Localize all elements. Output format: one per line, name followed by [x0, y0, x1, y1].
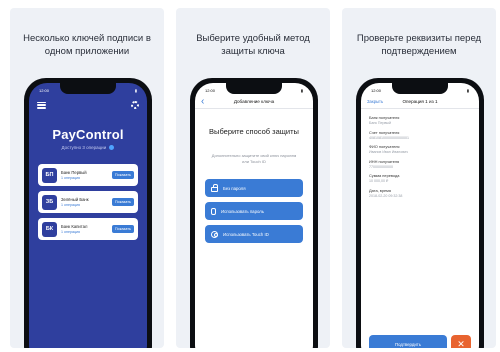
detail-value: Банк Первый — [369, 121, 391, 125]
phone-screen-protection: 12:00 ▮ ‹ Добавление ключа Выберите спос… — [195, 83, 313, 348]
status-time: 12:00 — [39, 87, 50, 93]
show-button[interactable]: Показать — [111, 171, 134, 179]
bank-logo: ЗБ — [42, 194, 57, 210]
phone-notch — [392, 83, 448, 94]
nav-bar: Закрыть Операция 1 из 1 — [361, 95, 479, 109]
phone-mockup: 12:00 ▮ Закрыть Операция 1 из 1 Банк пол… — [356, 78, 484, 348]
detail-label: Банк получателя — [369, 115, 400, 120]
detail-row: ФИО получателя Иванов Иван Иванович — [369, 144, 471, 154]
operation-details: Банк получателя Банк Первый Счет получат… — [369, 115, 471, 202]
bank-logo: БК — [42, 221, 57, 237]
menu-icon[interactable] — [37, 101, 46, 109]
promo-panel-confirm: Проверьте реквизиты перед подтверждением… — [342, 8, 496, 348]
phone-mockup: 12:00 ▮ ‹ Добавление ключа Выберите спос… — [190, 78, 318, 348]
bank-card[interactable]: БК Банк Капитал 1 операция Показать — [38, 218, 138, 240]
app-title: PayControl — [52, 127, 124, 142]
show-button[interactable]: Показать — [111, 225, 134, 233]
close-link[interactable]: Закрыть — [367, 99, 383, 104]
bank-operations: 1 операция — [61, 230, 80, 234]
status-time: 12:00 — [205, 87, 216, 93]
promo-caption: Несколько ключей подписи в одном приложе… — [23, 33, 151, 57]
promo-caption: Проверьте реквизиты перед подтверждением — [356, 33, 482, 57]
phone-notch — [60, 83, 116, 94]
bank-operations: 1 операция — [61, 203, 80, 207]
promo-panel-keys: Несколько ключей подписи в одном приложе… — [10, 8, 164, 348]
promo-caption: Выберите удобный метод защиты ключа — [196, 33, 310, 57]
no-password-button[interactable]: Без пароля — [205, 179, 303, 197]
nav-bar: ‹ Добавление ключа — [195, 95, 313, 109]
confirm-button[interactable]: Подтвердить — [369, 335, 447, 348]
status-time: 12:00 — [371, 87, 382, 93]
phone-notch — [226, 83, 282, 94]
detail-value: 2018-02-20 09:32:38 — [369, 193, 403, 198]
bank-card[interactable]: БП Банк Первый 1 операция Показать — [38, 164, 138, 186]
bank-name: Зелёный Банк — [61, 197, 89, 202]
use-password-button[interactable]: Использовать пароль — [205, 202, 303, 220]
method-label: Без пароля — [223, 185, 246, 191]
bank-operations: 1 операция — [61, 176, 80, 180]
detail-label: Сумма перевода — [369, 173, 400, 178]
bank-card[interactable]: ЗБ Зелёный Банк 1 операция Показать — [38, 191, 138, 213]
bank-logo: БП — [42, 167, 57, 183]
nav-title: Добавление ключа — [233, 99, 275, 104]
detail-row: ИНН получателя 770000000000 — [369, 159, 471, 169]
fingerprint-icon — [211, 230, 218, 238]
detail-label: ИНН получателя — [369, 158, 400, 164]
battery-icon: ▮ — [134, 87, 137, 93]
detail-value: 770000000000 — [369, 164, 393, 169]
detail-row: Счет получателя 40810810000000000001 — [369, 130, 471, 140]
method-label: Использовать пароль — [221, 208, 264, 214]
action-row: Подтвердить ✕ — [369, 335, 471, 348]
battery-icon: ▮ — [300, 87, 303, 93]
detail-value: 40810810000000000001 — [369, 135, 409, 140]
operations-count: Доступно 3 операции — [29, 145, 147, 151]
bank-key-list: БП Банк Первый 1 операция Показать ЗБ Зе… — [38, 164, 138, 245]
battery-icon: ▮ — [466, 87, 469, 93]
operations-count-text: Доступно 3 операции — [61, 145, 107, 150]
detail-row: Сумма перевода 10 000,00 ₽ — [369, 173, 471, 183]
cancel-button[interactable]: ✕ — [451, 335, 471, 348]
bank-name: Банк Капитал — [61, 224, 88, 229]
info-dot-icon — [109, 145, 115, 151]
detail-value: 10 000,00 ₽ — [369, 179, 389, 183]
lock-open-icon — [211, 183, 218, 192]
nav-title: Операция 1 из 1 — [402, 99, 438, 104]
show-button[interactable]: Показать — [111, 198, 134, 206]
bank-name: Банк Первый — [61, 170, 87, 175]
promo-panel-protection: Выберите удобный метод защиты ключа 12:0… — [176, 8, 330, 348]
detail-row: Банк получателя Банк Первый — [369, 115, 471, 125]
detail-label: Счет получателя — [369, 129, 400, 135]
screen-description: Дополнительно защитите свой ключ паролем… — [211, 153, 297, 164]
detail-label: ФИО получателя — [369, 144, 400, 149]
detail-row: Дата, время 2018-02-20 09:32:38 — [369, 188, 471, 198]
detail-value: Иванов Иван Иванович — [369, 150, 408, 154]
method-label: Использовать Touch ID — [223, 231, 269, 237]
app-top-bar — [37, 99, 139, 111]
screen-heading: Выберите способ защиты — [209, 127, 299, 136]
gear-icon[interactable] — [131, 101, 139, 109]
phone-screen-operation: 12:00 ▮ Закрыть Операция 1 из 1 Банк пол… — [361, 83, 479, 348]
phone-mockup: 12:00 ▮ PayControl Доступно 3 операции Б… — [24, 78, 152, 348]
back-chevron-icon[interactable]: ‹ — [201, 97, 204, 107]
use-touch-id-button[interactable]: Использовать Touch ID — [205, 225, 303, 243]
detail-label: Дата, время — [369, 187, 391, 193]
password-icon — [211, 207, 216, 215]
phone-screen-key-list: 12:00 ▮ PayControl Доступно 3 операции Б… — [29, 83, 147, 348]
protection-method-list: Без пароля Использовать пароль Использов… — [205, 179, 303, 248]
